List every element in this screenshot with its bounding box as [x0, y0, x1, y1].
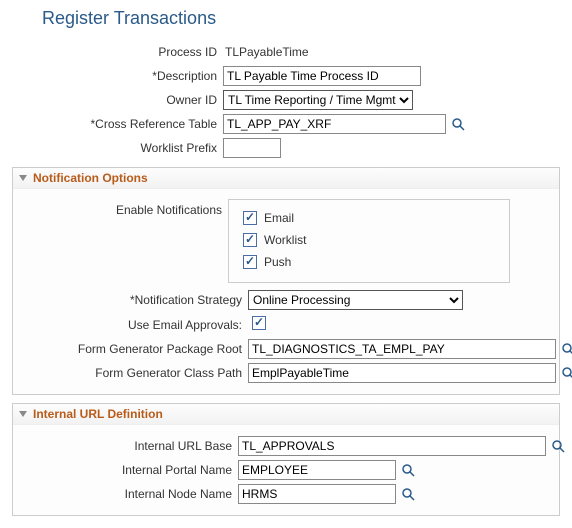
- node-name-label: Internal Node Name: [17, 487, 238, 501]
- enable-notifications-label: Enable Notifications: [17, 199, 228, 217]
- push-label: Push: [264, 255, 291, 269]
- collapse-icon[interactable]: [17, 408, 29, 420]
- pkg-root-label: Form Generator Package Root: [17, 342, 248, 356]
- pkg-root-input[interactable]: [248, 339, 556, 359]
- description-input[interactable]: [223, 66, 421, 86]
- worklist-prefix-label: Worklist Prefix: [12, 141, 223, 155]
- cross-ref-label: *Cross Reference Table: [12, 117, 223, 131]
- worklist-checkbox[interactable]: [243, 233, 257, 247]
- owner-id-select[interactable]: TL Time Reporting / Time Mgmt: [223, 90, 413, 110]
- internal-url-title: Internal URL Definition: [33, 407, 163, 421]
- page-title: Register Transactions: [42, 8, 560, 29]
- lookup-icon[interactable]: [450, 115, 466, 133]
- use-email-approvals-label: Use Email Approvals:: [17, 318, 248, 332]
- cross-ref-input[interactable]: [223, 114, 446, 134]
- process-id-label: Process ID: [12, 45, 223, 59]
- class-path-label: Form Generator Class Path: [17, 366, 248, 380]
- url-base-input[interactable]: [238, 436, 546, 456]
- owner-id-label: Owner ID: [12, 93, 223, 107]
- notification-options-section: Notification Options Enable Notification…: [12, 167, 560, 395]
- internal-url-section: Internal URL Definition Internal URL Bas…: [12, 403, 560, 516]
- worklist-label: Worklist: [264, 233, 306, 247]
- enable-notifications-box: Email Worklist Push: [228, 199, 510, 283]
- description-label: *Description: [12, 69, 223, 83]
- notification-strategy-label: *Notification Strategy: [17, 293, 248, 307]
- notification-strategy-select[interactable]: Online Processing: [248, 290, 463, 310]
- email-label: Email: [264, 211, 294, 225]
- url-base-label: Internal URL Base: [17, 439, 238, 453]
- push-checkbox[interactable]: [243, 255, 257, 269]
- lookup-icon[interactable]: [550, 437, 566, 455]
- lookup-icon[interactable]: [560, 364, 572, 382]
- collapse-icon[interactable]: [17, 172, 29, 184]
- lookup-icon[interactable]: [400, 461, 416, 479]
- lookup-icon[interactable]: [400, 485, 416, 503]
- portal-name-label: Internal Portal Name: [17, 463, 238, 477]
- portal-name-input[interactable]: [238, 460, 396, 480]
- class-path-input[interactable]: [248, 363, 556, 383]
- node-name-input[interactable]: [238, 484, 396, 504]
- process-id-value: TLPayableTime: [223, 45, 309, 59]
- lookup-icon[interactable]: [560, 340, 572, 358]
- worklist-prefix-input[interactable]: [223, 138, 281, 158]
- notification-options-title: Notification Options: [33, 171, 148, 185]
- use-email-approvals-checkbox[interactable]: [252, 316, 266, 330]
- email-checkbox[interactable]: [243, 211, 257, 225]
